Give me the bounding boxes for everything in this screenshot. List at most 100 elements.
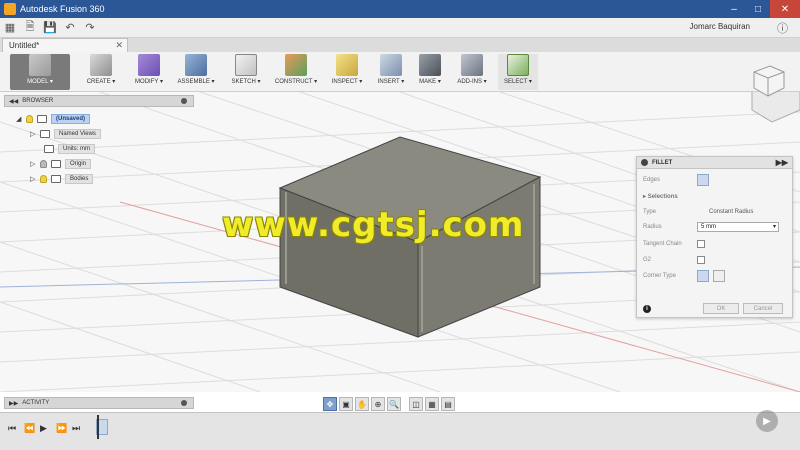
user-name[interactable]: Jomarc Baquiran (690, 22, 750, 31)
quick-access-bar: ▦ 🗎 💾 ↶ ↷ Jomarc Baquiran ⓘ (0, 18, 800, 38)
document-tab-bar: Untitled* ✕ (0, 38, 800, 52)
help-icon[interactable]: ⓘ (777, 20, 788, 36)
minimize-button[interactable]: – (722, 0, 746, 18)
add-ins-button[interactable]: ADD-INS ▾ (452, 54, 492, 90)
ok-button[interactable]: OK (703, 303, 739, 314)
corner-type-rolling-ball-icon[interactable] (697, 270, 709, 282)
tree-item-bodies[interactable]: ▷ Bodies (30, 173, 94, 185)
fusion-app-icon (4, 3, 16, 15)
tree-item-named-views[interactable]: ▷ Named Views (30, 128, 101, 140)
expand-arrow-icon[interactable]: ◢ (16, 115, 26, 123)
activity-panel-header[interactable]: ▶▶ ACTIVITY (4, 397, 194, 409)
fit-icon[interactable]: 🔍 (387, 397, 401, 411)
radius-input[interactable]: 5 mm ▾ (697, 222, 779, 232)
insert-image-icon (380, 54, 402, 76)
maximize-button[interactable]: □ (746, 0, 770, 18)
tangent-chain-checkbox[interactable] (697, 240, 705, 248)
pin-icon[interactable] (181, 98, 187, 104)
visibility-bulb-icon[interactable] (40, 175, 47, 183)
timeline-bar: ⏮ ⏪ ▶ ⏩ ⏭ (0, 412, 800, 450)
box-icon (90, 54, 112, 76)
cancel-label: Cancel (753, 305, 773, 312)
save-icon[interactable]: 💾 (40, 19, 60, 37)
main-toolbar: MODEL ▾ CREATE ▾ MODIFY ▾ ASSEMBLE ▾ SKE… (0, 52, 800, 92)
construct-button[interactable]: CONSTRUCT ▾ (270, 54, 322, 90)
step-back-icon[interactable]: ⏪ (24, 423, 35, 434)
tree-root-label: (Unsaved) (51, 114, 91, 124)
expand-arrow-icon[interactable]: ▷ (30, 160, 40, 168)
edges-select-button[interactable] (697, 174, 709, 186)
toolbar-label: ASSEMBLE ▾ (177, 79, 215, 85)
file-menu-icon[interactable]: 🗎 (20, 19, 40, 37)
sketch-button[interactable]: SKETCH ▾ (226, 54, 266, 90)
modify-icon (138, 54, 160, 76)
title-bar: Autodesk Fusion 360 – □ ✕ (0, 0, 800, 18)
close-window-button[interactable]: ✕ (770, 0, 800, 18)
view-cube[interactable] (748, 64, 788, 100)
step-forward-icon[interactable]: ⏩ (56, 423, 67, 434)
tree-root[interactable]: ◢ (Unsaved) (16, 113, 91, 125)
activity-title: ACTIVITY (22, 400, 50, 406)
orbit-icon[interactable]: ✥ (323, 397, 337, 411)
radius-value: 5 mm (701, 224, 716, 230)
workspace-model-button[interactable]: MODEL ▾ (10, 54, 70, 90)
pin-icon[interactable] (181, 400, 187, 406)
close-tab-icon[interactable]: ✕ (115, 40, 123, 51)
expand-arrow-icon[interactable]: ▷ (30, 130, 40, 138)
g2-checkbox[interactable] (697, 256, 705, 264)
document-tab-label: Untitled* (9, 41, 40, 50)
expand-arrow-icon[interactable]: ▷ (30, 175, 40, 183)
timeline-marker[interactable] (97, 415, 99, 439)
view-cube-icon (753, 65, 785, 97)
chevron-down-icon[interactable]: ▾ (773, 223, 776, 232)
viewports-icon[interactable]: ▤ (441, 397, 455, 411)
fillet-header[interactable]: FILLET ▶▶ (637, 157, 792, 169)
fillet-icon (641, 159, 648, 166)
toolbar-label: SELECT ▾ (504, 79, 532, 85)
assemble-button[interactable]: ASSEMBLE ▾ (174, 54, 218, 90)
folder-icon (51, 175, 61, 183)
go-to-start-icon[interactable]: ⏮ (8, 423, 16, 434)
zoom-icon[interactable]: ⊕ (371, 397, 385, 411)
tree-item-label: Named Views (54, 129, 101, 139)
go-to-end-icon[interactable]: ⏭ (72, 423, 80, 434)
document-tab[interactable]: Untitled* ✕ (2, 38, 128, 52)
insert-button[interactable]: INSERT ▾ (374, 54, 408, 90)
corner-type-setback-icon[interactable] (713, 270, 725, 282)
construct-icon (285, 54, 307, 76)
collapse-icon[interactable]: ◀◀ (9, 98, 18, 105)
display-settings-icon[interactable]: ◫ (409, 397, 423, 411)
model-icon (29, 54, 51, 76)
video-play-icon[interactable]: ▶ (756, 410, 778, 432)
grid-settings-icon[interactable]: ▦ (425, 397, 439, 411)
select-button[interactable]: SELECT ▾ (498, 54, 538, 90)
look-at-icon[interactable]: ▣ (339, 397, 353, 411)
grid-menu-icon[interactable]: ▦ (0, 19, 20, 37)
selections-section[interactable]: ▸ Selections (643, 193, 678, 200)
expand-icon[interactable]: ▶▶ (9, 400, 18, 407)
redo-icon[interactable]: ↷ (80, 19, 100, 37)
info-icon[interactable]: i (643, 305, 651, 313)
expand-dialog-icon[interactable]: ▶▶ (776, 158, 788, 167)
selections-label: Selections (647, 194, 678, 200)
toolbar-label: CREATE ▾ (86, 79, 116, 85)
select-icon (507, 54, 529, 76)
toolbar-label: MODIFY ▾ (135, 79, 163, 85)
create-button[interactable]: CREATE ▾ (80, 54, 122, 90)
browser-panel-header[interactable]: ◀◀ BROWSER (4, 95, 194, 107)
fillet-dialog: FILLET ▶▶ Edges ▸ Selections Type Consta… (636, 156, 793, 318)
inspect-button[interactable]: INSPECT ▾ (328, 54, 366, 90)
visibility-bulb-icon[interactable] (40, 160, 47, 168)
play-icon[interactable]: ▶ (40, 423, 47, 434)
folder-icon (51, 160, 61, 168)
tree-item-units[interactable]: Units: mm (44, 143, 95, 155)
undo-icon[interactable]: ↶ (60, 19, 80, 37)
visibility-bulb-icon[interactable] (26, 115, 33, 123)
toolbar-label: MODEL ▾ (27, 79, 53, 85)
type-value[interactable]: Constant Radius (709, 209, 753, 215)
modify-button[interactable]: MODIFY ▾ (132, 54, 166, 90)
pan-icon[interactable]: ✋ (355, 397, 369, 411)
tree-item-origin[interactable]: ▷ Origin (30, 158, 92, 170)
cancel-button[interactable]: Cancel (743, 303, 783, 314)
make-button[interactable]: MAKE ▾ (414, 54, 446, 90)
